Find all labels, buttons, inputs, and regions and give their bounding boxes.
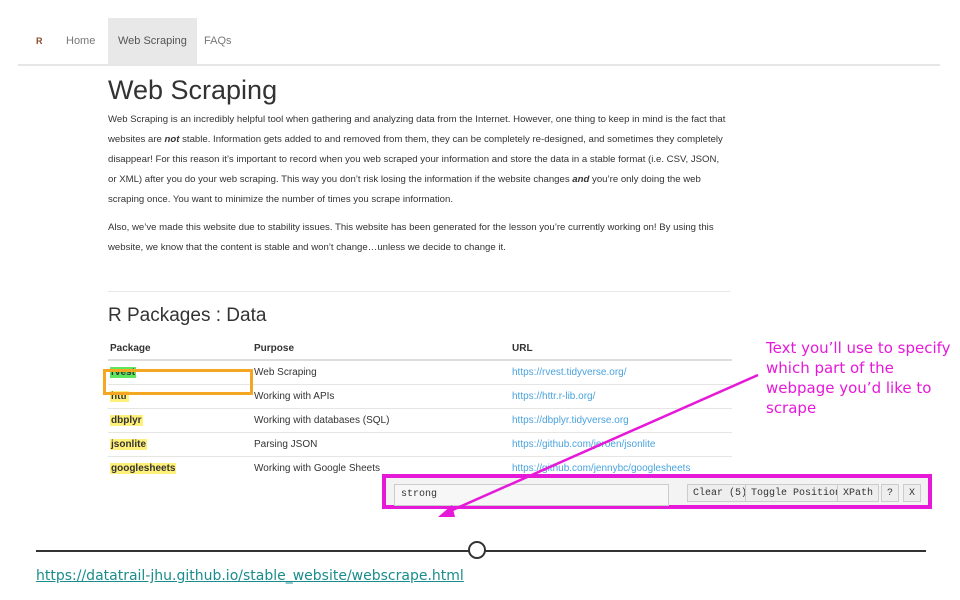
annotation-arrow (438, 373, 759, 517)
timeline-marker (468, 541, 486, 559)
source-link[interactable]: https://datatrail-jhu.github.io/stable_w… (36, 568, 464, 584)
annotation-text: Text you’ll use to specify which part of… (766, 339, 951, 417)
